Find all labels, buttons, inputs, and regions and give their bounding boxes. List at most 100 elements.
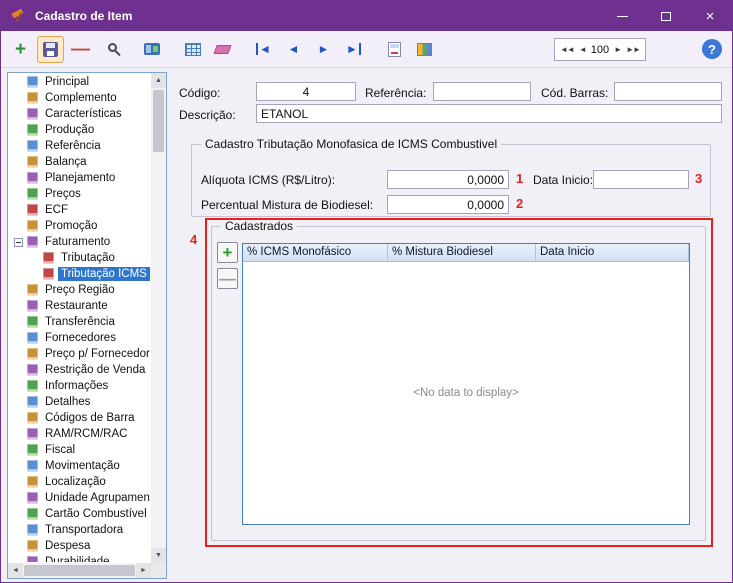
tree-item-icon — [27, 364, 38, 376]
sidebar-item[interactable]: Principal — [9, 74, 150, 90]
sidebar-item[interactable]: Preço p/ Fornecedor — [9, 346, 150, 362]
sidebar-item[interactable]: Tributação — [9, 250, 150, 266]
sidebar-item-label: Transportadora — [45, 524, 124, 536]
grid-column-header[interactable]: % Mistura Biodiesel — [388, 244, 536, 261]
sidebar-item-label: Despesa — [45, 540, 91, 552]
tree-item-icon — [27, 156, 38, 168]
descricao-field[interactable]: ETANOL — [256, 104, 722, 123]
sidebar-item[interactable]: Fiscal — [9, 442, 150, 458]
delete-button[interactable]: — — [67, 36, 94, 63]
cod-barras-label: Cód. Barras: — [541, 86, 609, 100]
help-button[interactable]: ? — [702, 39, 722, 59]
grid-empty-text: <No data to display> — [413, 387, 519, 399]
sidebar-item[interactable]: ECF — [9, 202, 150, 218]
counter-last-icon[interactable]: ►► — [626, 45, 641, 54]
referencia-field[interactable] — [433, 82, 531, 101]
sidebar-item[interactable]: Cartão Combustível — [9, 506, 150, 522]
scroll-up-icon[interactable]: ▲ — [151, 73, 166, 88]
record-counter: ◄◄ ◄ 100 ► ►► — [554, 38, 646, 61]
sidebar-item[interactable]: Referência — [9, 138, 150, 154]
sidebar-item[interactable]: Localização — [9, 474, 150, 490]
aliquota-field[interactable]: 0,0000 — [387, 170, 509, 189]
sidebar-item[interactable]: Faturamento — [9, 234, 150, 250]
table-report-button[interactable] — [411, 36, 438, 63]
sidebar-item-label: Preços — [45, 188, 81, 200]
cadastrados-grid[interactable]: % ICMS Monofásico% Mistura Biodiesel Data… — [242, 243, 690, 525]
maximize-button[interactable] — [644, 1, 688, 31]
tree-item-icon — [27, 428, 38, 440]
sidebar-item-label: Durabilidade — [45, 556, 110, 562]
counter-first-icon[interactable]: ◄◄ — [560, 45, 575, 54]
sidebar-item[interactable]: Restaurante — [9, 298, 150, 314]
sidebar-item[interactable]: Características — [9, 106, 150, 122]
grid-column-header[interactable]: Data Inicio — [536, 244, 689, 261]
save-button[interactable] — [37, 35, 64, 63]
sidebar-item[interactable]: Despesa — [9, 538, 150, 554]
sidebar-item[interactable]: Complemento — [9, 90, 150, 106]
grid-view-button[interactable] — [179, 36, 206, 63]
media-button[interactable] — [138, 36, 165, 63]
remove-row-button[interactable]: — — [217, 268, 238, 289]
vertical-scrollbar[interactable]: ▲ ▼ — [151, 73, 166, 563]
horizontal-scroll-thumb[interactable] — [24, 565, 135, 576]
add-row-button[interactable]: + — [217, 242, 238, 263]
sidebar-item[interactable]: Movimentação — [9, 458, 150, 474]
collapse-expander-icon[interactable] — [14, 237, 23, 247]
sidebar-item-label: Balança — [45, 156, 87, 168]
scroll-down-icon[interactable]: ▼ — [151, 548, 166, 563]
nav-last-button[interactable]: ► — [340, 36, 367, 63]
sidebar-item[interactable]: Informações — [9, 378, 150, 394]
sidebar-item[interactable]: Restrição de Venda — [9, 362, 150, 378]
sidebar-item[interactable]: RAM/RCM/RAC — [9, 426, 150, 442]
tree-item-icon — [27, 380, 38, 392]
close-button[interactable]: × — [688, 1, 732, 31]
sidebar-item[interactable]: Tributação ICMS M — [9, 266, 150, 282]
sidebar-item[interactable]: Transferência — [9, 314, 150, 330]
sidebar-item-label: Principal — [45, 76, 90, 88]
new-button[interactable]: + — [7, 36, 34, 63]
percentual-field[interactable]: 0,0000 — [387, 195, 509, 214]
sidebar-item[interactable]: Fornecedores — [9, 330, 150, 346]
sidebar-item[interactable]: Preços — [9, 186, 150, 202]
nav-first-button[interactable]: ◄ — [250, 36, 277, 63]
codigo-field[interactable]: 4 — [256, 82, 356, 101]
sidebar-item-label: Unidade Agrupamento — [45, 492, 150, 504]
annotation-2: 2 — [516, 196, 524, 211]
sidebar-item[interactable]: Detalhes — [9, 394, 150, 410]
nav-prev-button[interactable]: ◄ — [280, 36, 307, 63]
counter-prev-icon[interactable]: ◄ — [579, 45, 587, 54]
save-icon — [43, 41, 58, 57]
search-button[interactable] — [97, 36, 124, 63]
sidebar-item[interactable]: Códigos de Barra — [9, 410, 150, 426]
nav-next-button[interactable]: ► — [310, 36, 337, 63]
sidebar-item[interactable]: Transportadora — [9, 522, 150, 538]
cod-barras-field[interactable] — [614, 82, 722, 101]
grid-icon — [184, 42, 201, 56]
minimize-button[interactable] — [600, 1, 644, 31]
tree-item-icon — [27, 108, 38, 120]
tree-item-icon — [27, 76, 38, 88]
sidebar-item[interactable]: Balança — [9, 154, 150, 170]
minimize-icon — [616, 15, 628, 17]
counter-next-icon[interactable]: ► — [614, 45, 622, 54]
scroll-right-icon[interactable]: ► — [136, 563, 151, 578]
annotation-1: 1 — [516, 171, 524, 186]
grid-column-header[interactable]: % ICMS Monofásico — [243, 244, 388, 261]
report-button[interactable] — [381, 36, 408, 63]
sidebar-item[interactable]: Promoção — [9, 218, 150, 234]
nav-prev-icon: ◄ — [287, 42, 300, 56]
grid-body[interactable]: <No data to display> — [243, 262, 689, 524]
sidebar-item-label: Planejamento — [45, 172, 116, 184]
sidebar-item[interactable]: Produção — [9, 122, 150, 138]
scroll-left-icon[interactable]: ◄ — [8, 563, 23, 578]
sidebar-item[interactable]: Planejamento — [9, 170, 150, 186]
data-inicio-field[interactable] — [593, 170, 689, 189]
sidebar-item-label: Características — [45, 108, 122, 120]
horizontal-scrollbar[interactable]: ◄ ► — [8, 563, 151, 578]
vertical-scroll-thumb[interactable] — [153, 90, 164, 152]
clear-button[interactable] — [209, 36, 236, 63]
sidebar-item-label: Tributação — [61, 252, 115, 264]
sidebar-item[interactable]: Durabilidade — [9, 554, 150, 562]
sidebar-item[interactable]: Unidade Agrupamento — [9, 490, 150, 506]
sidebar-item[interactable]: Preço Região — [9, 282, 150, 298]
